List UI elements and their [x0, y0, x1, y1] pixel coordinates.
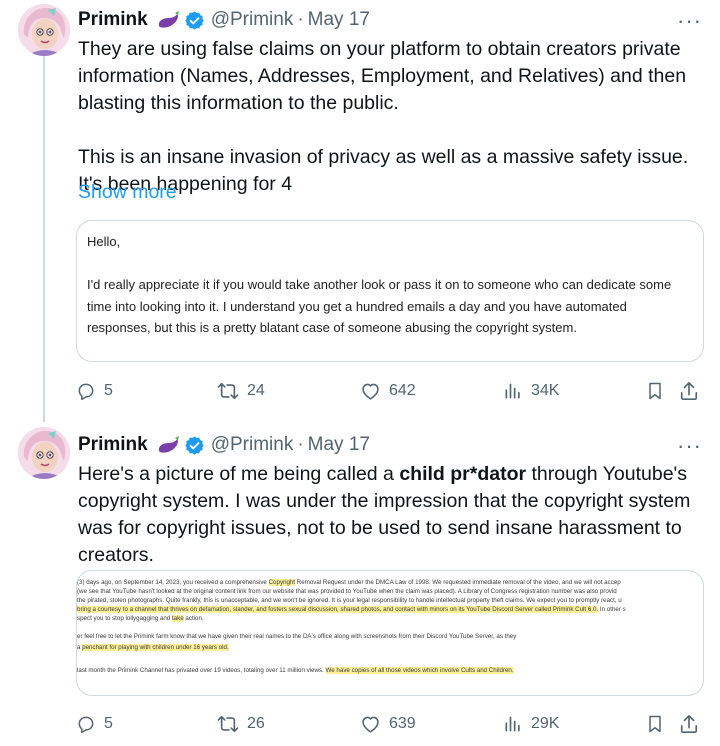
tweet-text-segment: Here's a picture of me being called a: [78, 463, 400, 485]
thread-connector-line: [43, 50, 45, 422]
reply-button[interactable]: 5: [76, 381, 113, 401]
document-line: a penchant for playing with children und…: [77, 644, 229, 651]
bookmark-icon: [646, 714, 664, 734]
heart-icon: [360, 381, 381, 401]
share-icon: [679, 380, 699, 402]
bookmark-button[interactable]: [646, 381, 664, 401]
attached-image-document[interactable]: (3) days ago, on September 14, 2023, you…: [76, 570, 704, 696]
repost-button[interactable]: 24: [217, 381, 265, 401]
reply-count: 5: [104, 715, 113, 732]
views-button[interactable]: 29K: [503, 714, 559, 734]
eggplant-icon: [156, 10, 180, 30]
reply-icon: [76, 381, 96, 401]
repost-icon: [217, 381, 239, 401]
tweet-paragraph: Here's a picture of me being called a ch…: [78, 461, 698, 569]
like-button[interactable]: 639: [360, 714, 416, 734]
repost-icon: [217, 714, 239, 734]
reply-icon: [76, 714, 96, 734]
display-name[interactable]: Primink: [78, 9, 148, 31]
tweet-actions: 5 26 639 29K: [76, 709, 702, 739]
verified-badge-icon[interactable]: [184, 435, 205, 456]
tweet-text: Here's a picture of me being called a ch…: [78, 461, 698, 569]
avatar[interactable]: [18, 4, 70, 56]
tweet-header: Primink @Primink · May 17: [78, 431, 370, 459]
display-name[interactable]: Primink: [78, 434, 148, 456]
timestamp[interactable]: May 17: [308, 9, 370, 31]
repost-button[interactable]: 26: [217, 714, 265, 734]
handle[interactable]: @Primink: [211, 434, 294, 456]
heart-icon: [360, 714, 381, 734]
share-button[interactable]: [679, 380, 699, 402]
email-content: Hello, I'd really appreciate it if you w…: [87, 231, 687, 339]
document-line: (3) days ago, on September 14, 2023, you…: [77, 579, 621, 586]
document-line: spect you to stop lollygagging and take …: [77, 615, 204, 622]
tweet-paragraph: They are using false claims on your plat…: [78, 38, 687, 114]
bookmark-button[interactable]: [646, 714, 664, 734]
separator-dot: ·: [297, 9, 304, 30]
views-count: 34K: [531, 382, 560, 399]
document-line: (we see that YouTube hasn't looked at th…: [77, 588, 617, 595]
show-more-link[interactable]: Show more: [78, 181, 177, 204]
avatar[interactable]: [18, 427, 70, 479]
document-line: the pirated, stolen photographs. Quite f…: [77, 597, 622, 604]
share-icon: [679, 713, 699, 735]
repost-count: 26: [247, 715, 265, 732]
separator-dot: ·: [297, 434, 304, 455]
document-line: bring a courtesy to a channel that thriv…: [77, 606, 626, 613]
handle[interactable]: @Primink: [211, 9, 294, 31]
repost-count: 24: [247, 382, 265, 399]
views-count: 29K: [531, 715, 560, 732]
verified-badge-icon[interactable]: [184, 10, 205, 31]
more-horizontal-icon[interactable]: ···: [677, 8, 702, 34]
share-button[interactable]: [679, 713, 699, 735]
eggplant-icon: [156, 435, 180, 455]
reply-count: 5: [104, 382, 113, 399]
email-greeting: Hello,: [87, 234, 121, 249]
tweet-actions: 5 24 642 34K: [76, 376, 702, 406]
like-count: 642: [389, 382, 416, 399]
document-line: last month the Primink Channel has priva…: [77, 667, 514, 674]
like-button[interactable]: 642: [360, 381, 416, 401]
views-chart-icon: [503, 714, 523, 734]
like-count: 639: [389, 715, 416, 732]
more-horizontal-icon[interactable]: ···: [677, 433, 702, 459]
document-line: er feel free to let the Primink farm kno…: [77, 633, 517, 640]
attached-image-email[interactable]: Hello, I'd really appreciate it if you w…: [76, 220, 704, 362]
email-body: I'd really appreciate it if you would ta…: [87, 277, 672, 335]
views-button[interactable]: 34K: [503, 381, 559, 401]
tweet-text-bold: child pr*dator: [399, 463, 527, 485]
tweet-header: Primink @Primink · May 17: [78, 6, 370, 34]
timestamp[interactable]: May 17: [308, 434, 370, 456]
tweet-text: They are using false claims on your plat…: [78, 36, 698, 198]
reply-button[interactable]: 5: [76, 714, 113, 734]
views-chart-icon: [503, 381, 523, 401]
bookmark-icon: [646, 381, 664, 401]
